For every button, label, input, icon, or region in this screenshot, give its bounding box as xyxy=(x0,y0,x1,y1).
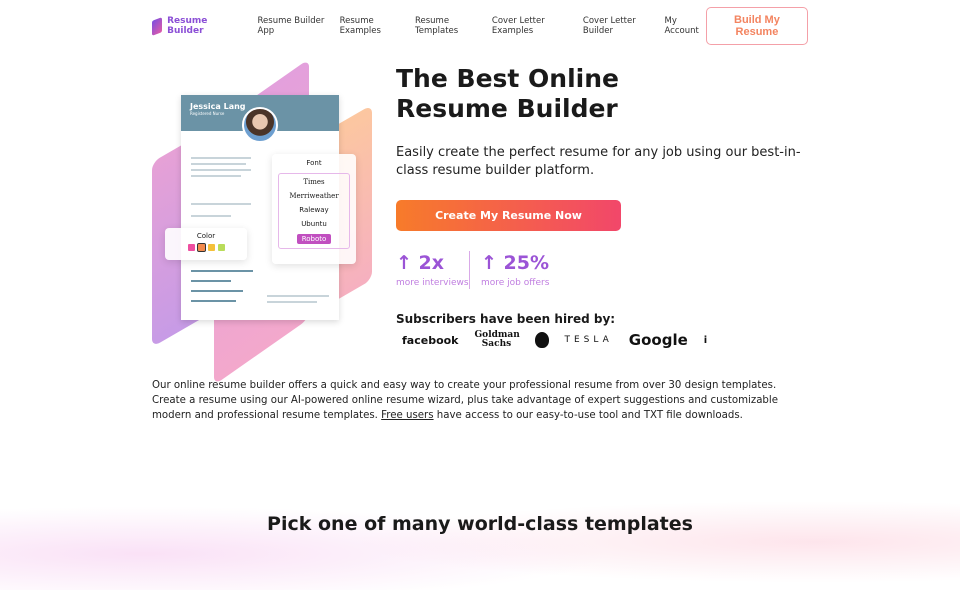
goldman-sachs-logo: Goldman Sachs xyxy=(474,330,520,349)
page-title: The Best Online Resume Builder xyxy=(396,64,619,123)
stat-label: more interviews xyxy=(396,278,469,288)
color-title: Color xyxy=(196,232,216,240)
font-option: Ubuntu xyxy=(301,220,327,228)
arrow-up-icon: ↑ xyxy=(396,252,412,274)
font-picker: Font Times Merriweather Raleway Ubuntu R… xyxy=(272,154,356,264)
brand-logos: facebook Goldman Sachs TESLA Google i xyxy=(402,330,708,350)
stat-label: more job offers xyxy=(481,278,550,288)
logo-text: Resume Builder xyxy=(167,16,208,36)
nav-resume-templates[interactable]: Resume Templates xyxy=(415,16,482,36)
resume-illustration: Jessica Lang Registered Nurse Font Times … xyxy=(152,58,372,386)
stat-value: 2x xyxy=(418,252,445,274)
intro-paragraph: Our online resume builder offers a quick… xyxy=(152,380,778,421)
facebook-logo: facebook xyxy=(402,333,459,347)
hired-by-title: Subscribers have been hired by: xyxy=(396,312,616,326)
color-swatch xyxy=(207,244,215,251)
section-title: Pick one of many world-class templates xyxy=(267,513,693,535)
font-option: Times xyxy=(303,178,325,186)
font-option: Merriweather xyxy=(289,192,339,200)
avatar xyxy=(242,107,278,143)
resume-name: Jessica Lang xyxy=(190,102,246,111)
top-nav: Resume Builder Resume Builder App Resume… xyxy=(152,7,808,45)
nav-my-account[interactable]: My Account xyxy=(665,16,706,36)
build-my-resume-button[interactable]: Build My Resume xyxy=(705,7,808,45)
nav-cover-letter-builder[interactable]: Cover Letter Builder xyxy=(583,16,655,36)
font-option-selected: Roboto xyxy=(297,234,331,244)
google-logo: Google xyxy=(628,331,688,349)
color-swatch xyxy=(217,244,225,251)
color-picker: Color xyxy=(165,228,247,260)
arrow-up-icon: ↑ xyxy=(481,252,497,274)
apple-logo xyxy=(534,332,549,348)
logo-icon xyxy=(152,16,163,36)
nav-resume-builder-app[interactable]: Resume Builder App xyxy=(258,16,330,36)
stat-interviews: ↑ 2x more interviews xyxy=(396,252,469,288)
free-users-link[interactable]: Free users xyxy=(381,410,433,421)
divider xyxy=(469,251,470,289)
font-option: Raleway xyxy=(299,206,329,214)
stat-value: 25% xyxy=(503,252,550,274)
color-swatch xyxy=(187,244,195,251)
brand-logo: i xyxy=(703,334,708,346)
font-title: Font xyxy=(306,159,322,167)
nav-cover-letter-examples[interactable]: Cover Letter Examples xyxy=(492,16,573,36)
hero-subtitle: Easily create the perfect resume for any… xyxy=(396,145,801,178)
create-resume-button[interactable]: Create My Resume Now xyxy=(396,200,621,231)
tesla-logo: TESLA xyxy=(564,335,613,345)
nav-resume-examples[interactable]: Resume Examples xyxy=(340,16,405,36)
logo[interactable]: Resume Builder xyxy=(152,16,235,36)
color-swatch-selected xyxy=(196,243,206,252)
stat-job-offers: ↑ 25% more job offers xyxy=(481,252,549,288)
